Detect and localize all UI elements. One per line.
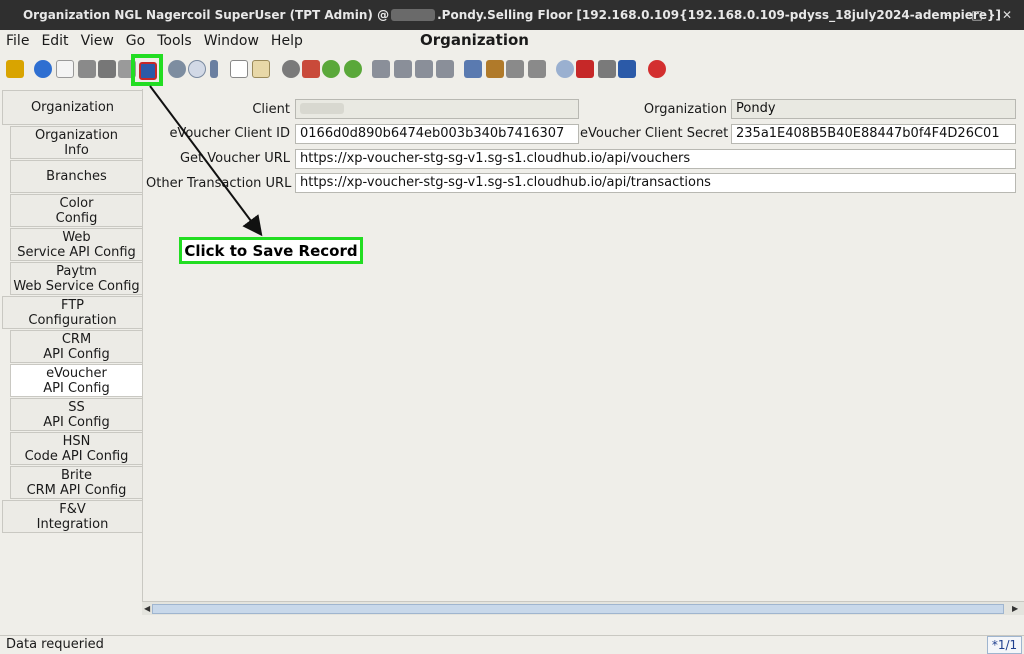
record-count[interactable]: *1/1 bbox=[987, 636, 1022, 654]
scroll-left-icon[interactable]: ◀ bbox=[144, 604, 150, 613]
horizontal-scrollbar[interactable]: ◀ ▶ bbox=[142, 601, 1024, 615]
scroll-right-icon[interactable]: ▶ bbox=[1012, 604, 1018, 613]
callout-arrow bbox=[149, 85, 263, 237]
scrollbar-thumb[interactable] bbox=[152, 604, 1004, 614]
status-message: Data requeried bbox=[6, 637, 104, 652]
status-bar: Data requeried *1/1 bbox=[0, 635, 1024, 654]
save-record-callout: Click to Save Record bbox=[179, 237, 363, 264]
